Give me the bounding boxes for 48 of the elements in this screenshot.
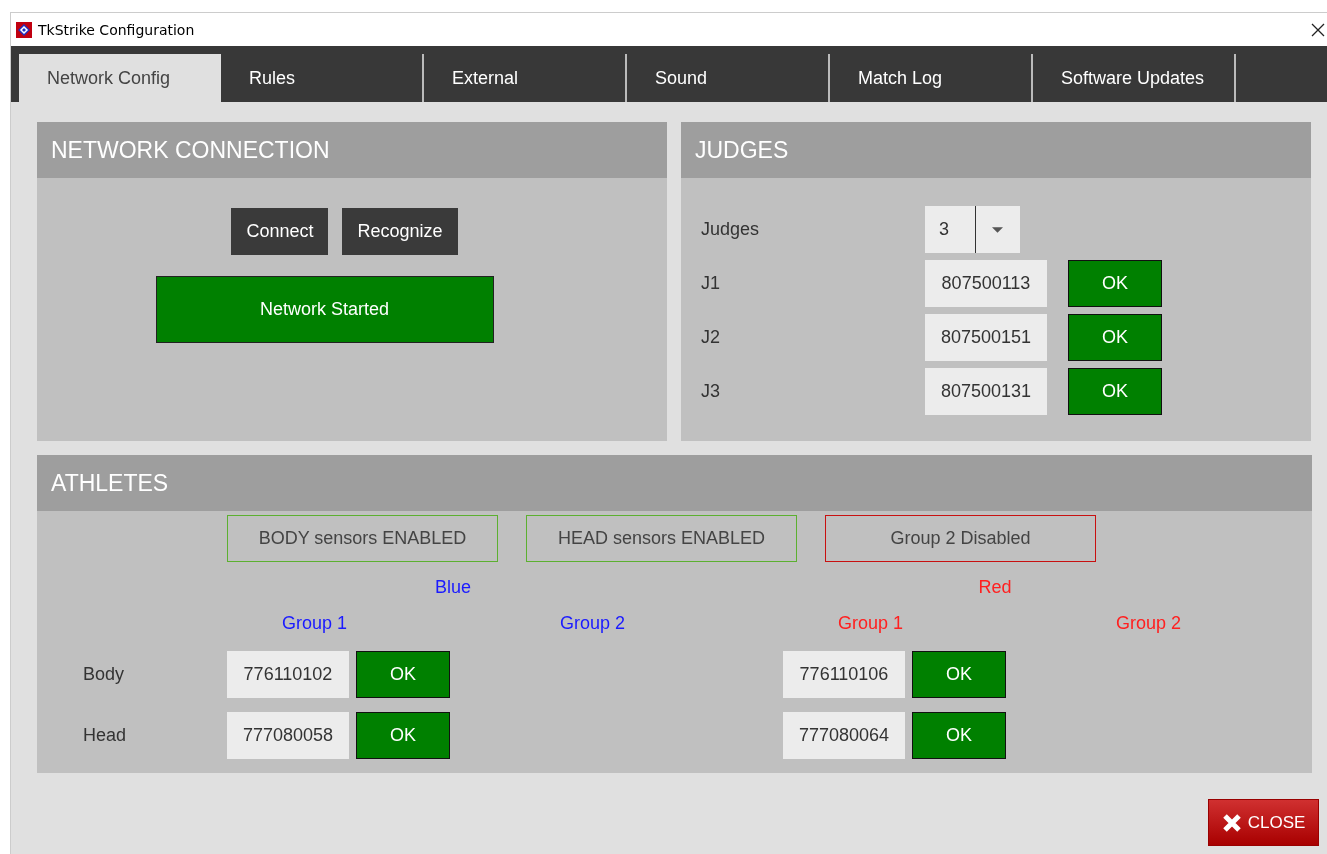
tab[interactable]: Match Log xyxy=(830,54,1033,102)
panel-header: ATHLETES xyxy=(37,455,1312,511)
status-ok: OK xyxy=(912,712,1006,759)
caret-icon xyxy=(992,226,1003,233)
tab[interactable]: Rules xyxy=(221,54,424,102)
judge-id-field[interactable]: 807500131 xyxy=(925,368,1047,415)
sensor-id-field[interactable]: 777080064 xyxy=(783,712,905,759)
sensor-id-field[interactable]: 776110102 xyxy=(227,651,349,698)
close-button[interactable]: CLOSE xyxy=(1208,799,1319,846)
row-label: Body xyxy=(83,664,125,684)
network-button[interactable]: Recognize xyxy=(342,208,458,255)
panel-header: NETWORK CONNECTION xyxy=(37,122,667,178)
status-ok: OK xyxy=(1068,260,1162,307)
status-ok: OK xyxy=(912,651,1006,698)
panel-header: JUDGES xyxy=(681,122,1311,178)
sensor-state-box: HEAD sensors ENABLED xyxy=(526,515,797,562)
group-label: Group 1 xyxy=(838,613,904,633)
status-ok: OK xyxy=(356,651,450,698)
close-icon xyxy=(1221,812,1242,833)
judge-label: J2 xyxy=(701,327,721,348)
status-ok: OK xyxy=(1068,368,1162,415)
judges-label: Judges xyxy=(701,219,761,240)
group-label: Group 1 xyxy=(282,613,348,633)
window-title: TkStrike Configuration xyxy=(38,21,195,38)
sensor-state-box: BODY sensors ENABLED xyxy=(227,515,498,562)
close-icon[interactable] xyxy=(1311,22,1325,37)
tab[interactable]: Sound xyxy=(627,54,830,102)
judge-label: J3 xyxy=(701,381,721,402)
tab[interactable]: Software Updates xyxy=(1033,54,1236,102)
tab[interactable]: Network Config xyxy=(19,54,221,102)
judge-label: J1 xyxy=(701,273,721,294)
status-ok: OK xyxy=(356,712,450,759)
sensor-state-box: Group 2 Disabled xyxy=(825,515,1096,562)
network-status: Network Started xyxy=(155,276,494,343)
judge-id-field[interactable]: 807500151 xyxy=(925,314,1047,361)
status-ok: OK xyxy=(1068,314,1162,361)
group-label: Group 2 xyxy=(1116,613,1182,633)
row-label: Head xyxy=(83,725,127,745)
side-label: Red xyxy=(977,576,1013,598)
group-label: Group 2 xyxy=(560,613,626,633)
side-label: Blue xyxy=(434,576,472,598)
sensor-id-field[interactable]: 776110106 xyxy=(783,651,905,698)
sensor-id-field[interactable]: 777080058 xyxy=(227,712,349,759)
network-button[interactable]: Connect xyxy=(231,208,329,255)
judge-id-field[interactable]: 807500113 xyxy=(925,260,1047,307)
judges-dropdown[interactable]: 3 xyxy=(925,206,1020,253)
tab[interactable]: External xyxy=(424,54,627,102)
app-logo-icon xyxy=(16,21,32,38)
